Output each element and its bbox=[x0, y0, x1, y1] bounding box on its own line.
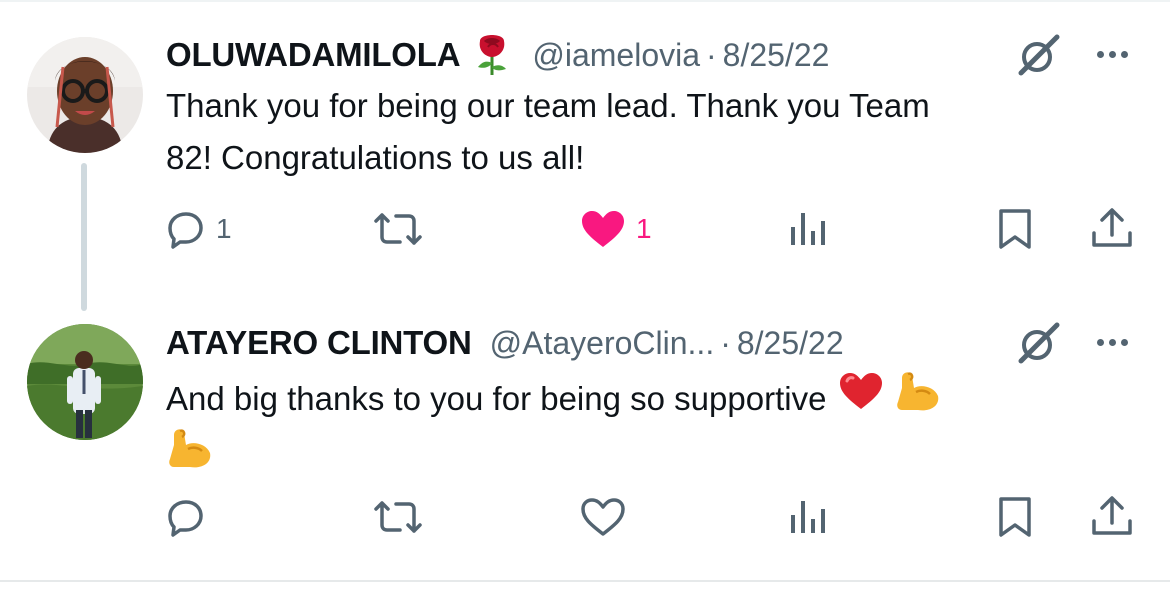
reply-count: 1 bbox=[216, 213, 232, 244]
tweet-text: And big thanks to you for being so suppo… bbox=[166, 368, 1106, 481]
timestamp[interactable]: 8/25/22 bbox=[737, 325, 844, 362]
heart-outline-icon bbox=[581, 498, 625, 536]
avatar[interactable] bbox=[27, 324, 143, 440]
reply-button[interactable]: 1 bbox=[166, 209, 232, 249]
user-handle[interactable]: @iamelovia bbox=[532, 37, 700, 74]
views-button[interactable] bbox=[789, 499, 839, 535]
tweet-header: OLUWADAMILOLA @iamelovia · 8/25/22 bbox=[166, 33, 829, 77]
repost-icon bbox=[374, 501, 422, 533]
separator-dot: · bbox=[706, 36, 717, 73]
tweet-text-line-1: Thank you for being our team lead. Thank… bbox=[166, 87, 930, 124]
views-icon bbox=[791, 213, 825, 245]
display-name[interactable]: ATAYERO CLINTON bbox=[166, 324, 472, 362]
views-icon bbox=[791, 501, 825, 533]
tweet-header: ATAYERO CLINTON @AtayeroClin... · 8/25/2… bbox=[166, 321, 844, 365]
bookmark-button[interactable] bbox=[996, 495, 1034, 539]
user-handle[interactable]: @AtayeroClin... bbox=[490, 325, 715, 362]
share-button[interactable] bbox=[1090, 495, 1134, 539]
share-icon bbox=[1092, 208, 1132, 247]
bookmark-button[interactable] bbox=[996, 207, 1034, 251]
reply-icon bbox=[168, 212, 203, 249]
rose-emoji bbox=[474, 31, 510, 80]
bookmark-icon bbox=[999, 497, 1031, 537]
reply-button[interactable] bbox=[166, 497, 216, 537]
grok-icon[interactable] bbox=[1015, 33, 1063, 82]
bookmark-icon bbox=[999, 209, 1031, 249]
tweet-text: Thank you for being our team lead. Thank… bbox=[166, 80, 1106, 184]
like-button[interactable] bbox=[580, 497, 636, 537]
repost-button[interactable] bbox=[370, 497, 436, 537]
grok-icon[interactable] bbox=[1015, 321, 1063, 370]
reply-icon bbox=[168, 500, 203, 537]
separator-dot: · bbox=[720, 324, 731, 361]
avatar[interactable] bbox=[27, 37, 143, 153]
tweet-text-line-2 bbox=[166, 428, 1106, 481]
more-options-icon[interactable] bbox=[1097, 51, 1128, 58]
flexed-biceps-emoji bbox=[166, 425, 214, 486]
bottom-divider bbox=[0, 580, 1170, 582]
heart-filled-icon bbox=[582, 211, 624, 247]
timestamp[interactable]: 8/25/22 bbox=[723, 37, 830, 74]
repost-icon bbox=[374, 213, 422, 245]
like-count: 1 bbox=[636, 213, 652, 244]
views-button[interactable] bbox=[789, 211, 839, 247]
red-heart-emoji bbox=[838, 371, 884, 426]
tweet-text-line-2: 82! Congratulations to us all! bbox=[166, 139, 585, 176]
top-divider bbox=[0, 0, 1170, 2]
like-button[interactable]: 1 bbox=[580, 209, 652, 249]
tweet-text-line-1: And big thanks to you for being so suppo… bbox=[166, 379, 827, 417]
share-icon bbox=[1092, 496, 1132, 535]
thread-connector-line bbox=[81, 163, 87, 311]
flexed-biceps-emoji bbox=[894, 368, 942, 429]
repost-button[interactable] bbox=[370, 209, 436, 249]
share-button[interactable] bbox=[1090, 207, 1134, 251]
more-options-icon[interactable] bbox=[1097, 339, 1128, 346]
display-name[interactable]: OLUWADAMILOLA bbox=[166, 36, 461, 74]
